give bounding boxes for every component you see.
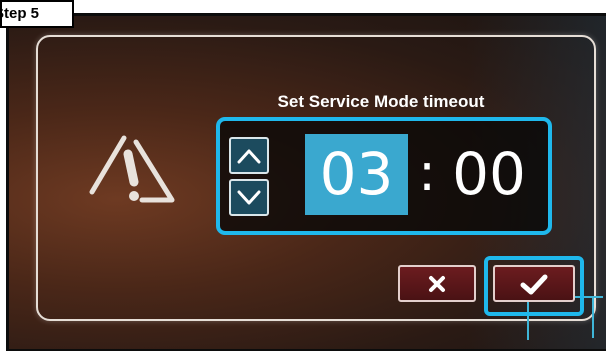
increment-button[interactable] bbox=[229, 137, 269, 174]
chevron-up-icon bbox=[237, 149, 261, 163]
chevron-down-icon bbox=[237, 190, 261, 204]
confirm-button[interactable] bbox=[493, 265, 575, 302]
minutes-field[interactable]: 00 bbox=[440, 134, 538, 215]
cancel-button[interactable] bbox=[398, 265, 476, 302]
warning-triangle-icon bbox=[89, 135, 175, 203]
decrement-button[interactable] bbox=[229, 179, 269, 216]
step-label: Step 5 bbox=[0, 0, 74, 28]
time-separator: : bbox=[418, 143, 436, 203]
close-icon bbox=[429, 275, 445, 292]
dialog-title: Set Service Mode timeout bbox=[277, 92, 485, 111]
checkmark-icon bbox=[520, 274, 548, 294]
hours-field[interactable]: 03 bbox=[305, 134, 408, 215]
screenshot-frame: Step 5 Set Service Mode timeout 03 : 00 bbox=[0, 0, 609, 351]
